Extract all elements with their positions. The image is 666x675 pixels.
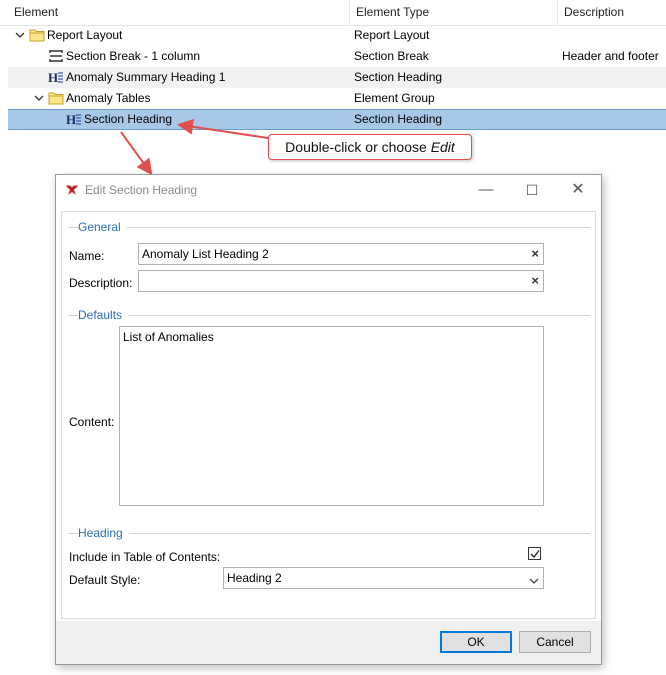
include-toc-checkbox[interactable] xyxy=(528,547,541,560)
content-value: List of Anomalies xyxy=(123,330,214,344)
app-logo-icon xyxy=(64,183,80,197)
dialog-titlebar[interactable]: Edit Section Heading — ☐ ✕ xyxy=(56,175,601,205)
include-toc-label: Include in Table of Contents: xyxy=(69,550,221,564)
name-input[interactable]: Anomaly List Heading 2 × xyxy=(138,243,544,265)
maximize-icon[interactable]: ☐ xyxy=(509,175,555,205)
description-input[interactable]: × xyxy=(138,270,544,292)
instruction-callout: Double-click or choose Edit xyxy=(268,134,472,160)
arrow-to-dialog xyxy=(120,131,153,176)
name-label: Name: xyxy=(69,249,105,263)
section-label-general: General xyxy=(78,220,127,234)
clear-name-icon[interactable]: × xyxy=(531,244,539,264)
edit-section-heading-dialog: Edit Section Heading — ☐ ✕ General Name:… xyxy=(55,174,602,665)
section-label-defaults: Defaults xyxy=(78,308,129,322)
minimize-icon[interactable]: — xyxy=(463,175,509,205)
default-style-select[interactable]: Heading 2 xyxy=(223,567,544,589)
section-divider xyxy=(68,227,590,228)
section-divider xyxy=(68,533,590,534)
content-label: Content: xyxy=(69,415,115,429)
chevron-down-icon xyxy=(529,574,539,588)
callout-text: Double-click or choose xyxy=(285,139,431,155)
close-icon[interactable]: ✕ xyxy=(555,175,601,205)
default-style-label: Default Style: xyxy=(69,573,141,587)
section-divider xyxy=(68,315,590,316)
arrow-to-selected-row xyxy=(177,118,269,139)
dialog-content-panel: General Name: Anomaly List Heading 2 × D… xyxy=(61,211,596,619)
section-label-heading: Heading xyxy=(78,526,129,540)
ok-button[interactable]: OK xyxy=(440,631,512,653)
checkmark-icon xyxy=(530,550,540,559)
dialog-footer: OK Cancel xyxy=(56,621,601,664)
clear-description-icon[interactable]: × xyxy=(531,271,539,291)
content-textarea[interactable]: List of Anomalies xyxy=(119,326,544,506)
cancel-button[interactable]: Cancel xyxy=(519,631,591,653)
default-style-value: Heading 2 xyxy=(227,571,282,585)
dialog-title: Edit Section Heading xyxy=(85,183,198,197)
name-value: Anomaly List Heading 2 xyxy=(142,247,269,261)
description-label: Description: xyxy=(69,276,133,290)
callout-emphasis: Edit xyxy=(430,139,455,155)
